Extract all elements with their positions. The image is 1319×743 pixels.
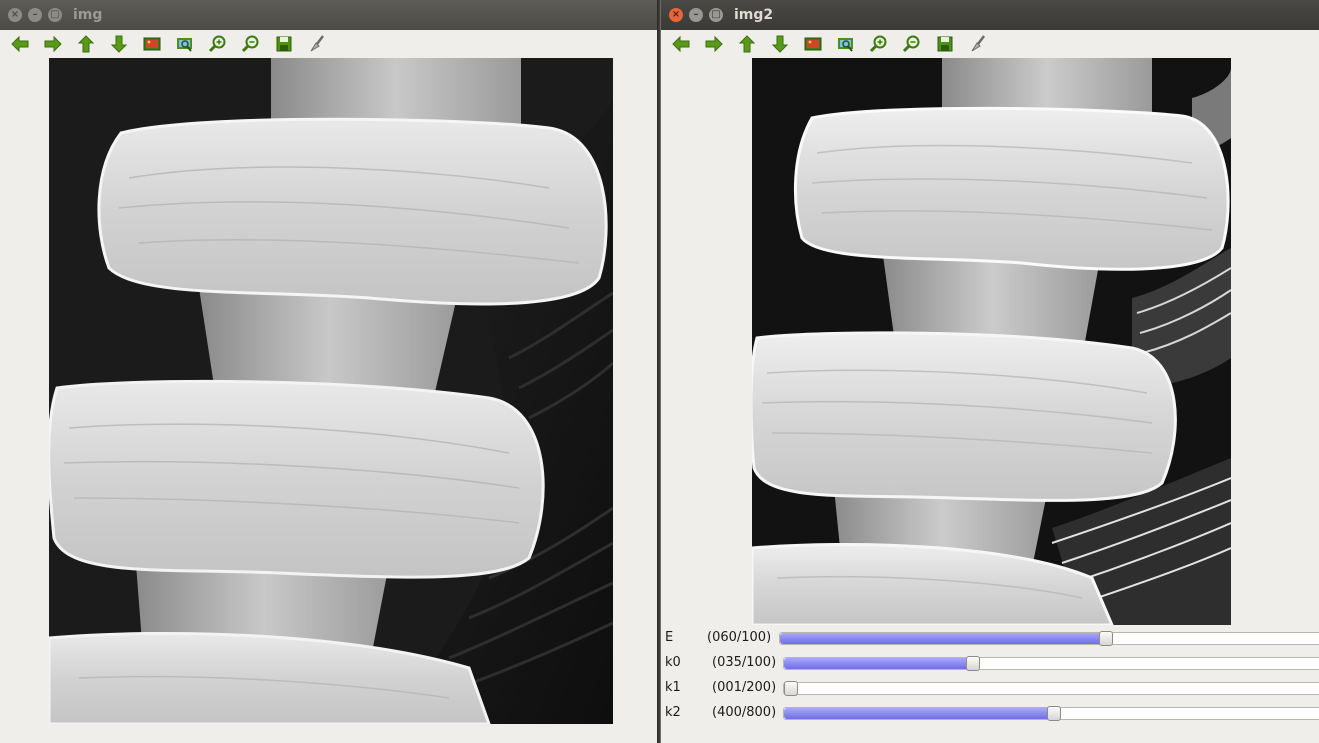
slider-thumb[interactable] bbox=[1047, 706, 1061, 721]
maximize-button[interactable]: □ bbox=[709, 8, 723, 22]
trackbar-label: k2 bbox=[665, 705, 681, 720]
titlebar[interactable]: × – □ img2 bbox=[661, 0, 1319, 30]
save-icon[interactable] bbox=[273, 33, 295, 55]
coil-image bbox=[49, 58, 613, 724]
image-icon[interactable] bbox=[802, 33, 824, 55]
trackbar-E: E (060/100) bbox=[661, 626, 1319, 650]
image-canvas[interactable] bbox=[49, 58, 613, 724]
close-button[interactable]: × bbox=[8, 8, 22, 22]
image-icon[interactable] bbox=[141, 33, 163, 55]
zoom-in-icon[interactable] bbox=[868, 33, 890, 55]
slider-fill bbox=[784, 658, 972, 669]
titlebar[interactable]: × – □ img bbox=[0, 0, 657, 30]
toolbar bbox=[661, 30, 1319, 58]
trackbar-value: (035/100) bbox=[712, 655, 777, 670]
zoom-out-icon[interactable] bbox=[901, 33, 923, 55]
arrow-left-icon[interactable] bbox=[670, 33, 692, 55]
arrow-up-icon[interactable] bbox=[75, 33, 97, 55]
properties-icon[interactable] bbox=[967, 33, 989, 55]
properties-icon[interactable] bbox=[306, 33, 328, 55]
toolbar bbox=[0, 30, 657, 58]
slider-fill bbox=[784, 708, 1053, 719]
slider-track[interactable] bbox=[783, 656, 1319, 671]
window-title: img bbox=[73, 7, 103, 23]
arrow-up-icon[interactable] bbox=[736, 33, 758, 55]
arrow-right-icon[interactable] bbox=[703, 33, 725, 55]
slider-track[interactable] bbox=[783, 706, 1319, 721]
arrow-down-icon[interactable] bbox=[108, 33, 130, 55]
minimize-button[interactable]: – bbox=[28, 8, 42, 22]
minimize-button[interactable]: – bbox=[689, 8, 703, 22]
trackbar-value: (060/100) bbox=[707, 630, 772, 645]
arrow-down-icon[interactable] bbox=[769, 33, 791, 55]
slider-fill bbox=[780, 633, 1105, 644]
close-button[interactable]: × bbox=[669, 8, 683, 22]
slider-track[interactable] bbox=[783, 681, 1319, 696]
trackbar-k1: k1 (001/200) bbox=[661, 676, 1319, 700]
slider-thumb[interactable] bbox=[1099, 631, 1113, 646]
coil-image bbox=[752, 58, 1231, 625]
save-icon[interactable] bbox=[934, 33, 956, 55]
trackbar-k2: k2 (400/800) bbox=[661, 701, 1319, 725]
arrow-right-icon[interactable] bbox=[42, 33, 64, 55]
arrow-left-icon[interactable] bbox=[9, 33, 31, 55]
zoom-in-icon[interactable] bbox=[207, 33, 229, 55]
image-canvas[interactable] bbox=[752, 58, 1231, 625]
slider-thumb[interactable] bbox=[966, 656, 980, 671]
trackbar-label: k1 bbox=[665, 680, 681, 695]
trackbar-label: E bbox=[665, 630, 674, 645]
trackbar-label: k0 bbox=[665, 655, 681, 670]
zoom-region-icon[interactable] bbox=[174, 33, 196, 55]
maximize-button[interactable]: □ bbox=[48, 8, 62, 22]
slider-thumb[interactable] bbox=[784, 681, 798, 696]
trackbar-k0: k0 (035/100) bbox=[661, 651, 1319, 675]
trackbar-value: (400/800) bbox=[712, 705, 777, 720]
window-title: img2 bbox=[734, 7, 774, 23]
slider-track[interactable] bbox=[779, 631, 1319, 646]
trackbar-value: (001/200) bbox=[712, 680, 777, 695]
window-img2: × – □ img2 E (060/100) k0 (035/100) k1 (… bbox=[660, 0, 1319, 743]
zoom-out-icon[interactable] bbox=[240, 33, 262, 55]
zoom-region-icon[interactable] bbox=[835, 33, 857, 55]
window-img: × – □ img bbox=[0, 0, 658, 743]
